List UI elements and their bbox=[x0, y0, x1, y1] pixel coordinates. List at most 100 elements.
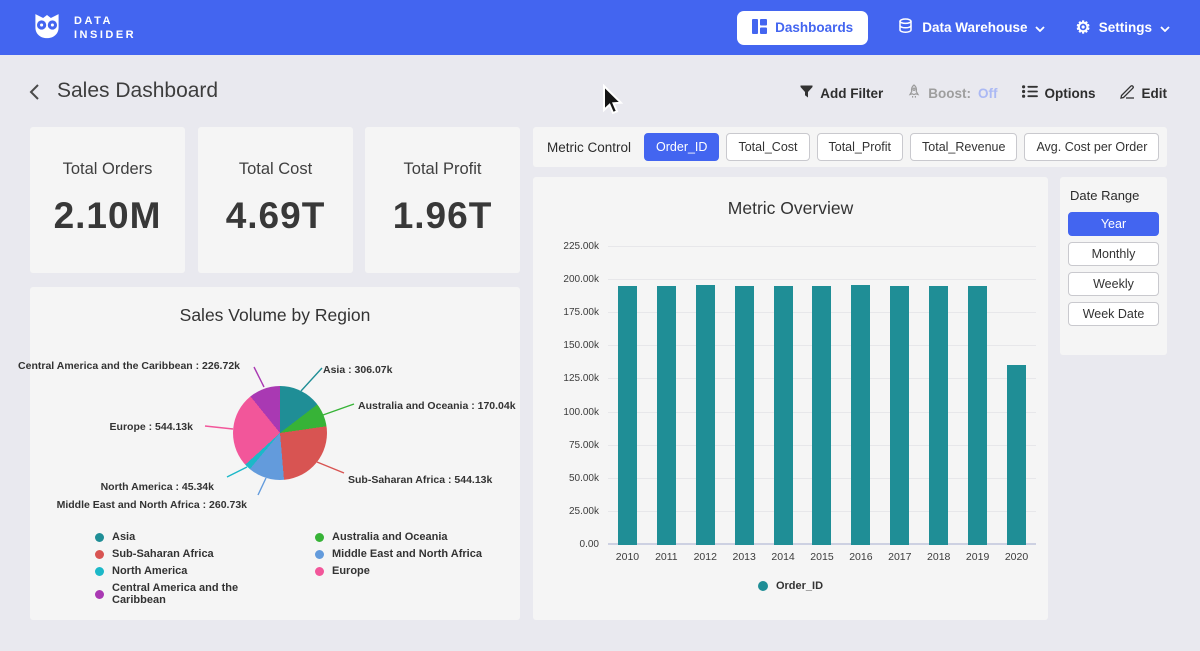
dashboards-button[interactable]: Dashboards bbox=[737, 11, 868, 45]
metric-button-total-profit[interactable]: Total_Profit bbox=[817, 133, 904, 161]
options-label: Options bbox=[1045, 86, 1096, 101]
add-filter-button[interactable]: Add Filter bbox=[800, 85, 883, 101]
pie-label-asia: Asia : 306.07k bbox=[323, 364, 392, 376]
date-range-button-weekly[interactable]: Weekly bbox=[1068, 272, 1159, 296]
kpi-card-total-cost: Total Cost 4.69T bbox=[198, 127, 353, 273]
pie-chart-card: Sales Volume by Region Asia : 306.07k Au… bbox=[30, 287, 520, 620]
y-tick-label: 125.00k bbox=[563, 373, 599, 384]
pie-legend-item-australia-and-oceania[interactable]: Australia and Oceania bbox=[315, 531, 495, 543]
boost-state: Off bbox=[978, 86, 998, 101]
bar-2011[interactable] bbox=[657, 286, 676, 545]
kpi-label: Total Cost bbox=[198, 160, 353, 179]
date-range-button-monthly[interactable]: Monthly bbox=[1068, 242, 1159, 266]
y-tick-label: 175.00k bbox=[563, 307, 599, 318]
bar-2015[interactable] bbox=[812, 286, 831, 545]
edit-label: Edit bbox=[1142, 86, 1168, 101]
metric-button-avg-cost-per-order[interactable]: Avg. Cost per Order bbox=[1024, 133, 1159, 161]
metric-button-total-cost[interactable]: Total_Cost bbox=[726, 133, 809, 161]
metric-button-total-revenue[interactable]: Total_Revenue bbox=[910, 133, 1017, 161]
bar-2017[interactable] bbox=[890, 286, 909, 545]
legend-label: Europe bbox=[332, 565, 370, 577]
edit-button[interactable]: Edit bbox=[1120, 84, 1168, 102]
date-range-button-week-date[interactable]: Week Date bbox=[1068, 302, 1159, 326]
legend-dot-icon bbox=[315, 533, 324, 542]
pie-label-australia-and-oceania: Australia and Oceania : 170.04k bbox=[358, 400, 516, 412]
pie-legend-item-middle-east-and-north-africa[interactable]: Middle East and North Africa bbox=[315, 548, 495, 560]
pencil-icon bbox=[1120, 84, 1135, 102]
pie[interactable] bbox=[233, 386, 327, 480]
dashboards-label: Dashboards bbox=[775, 20, 853, 35]
x-tick-label: 2011 bbox=[647, 551, 686, 563]
pie-legend: Asia Sub-Saharan Africa North America Centr… bbox=[95, 531, 495, 606]
bar-chart-title: Metric Overview bbox=[533, 177, 1048, 219]
y-tick-label: 225.00k bbox=[563, 241, 599, 252]
brand-logo[interactable]: DATA INSIDER bbox=[30, 8, 136, 47]
back-button[interactable] bbox=[28, 83, 46, 101]
date-range-panel: Date Range Year Monthly Weekly Week Date bbox=[1060, 177, 1167, 355]
kpi-value: 2.10M bbox=[30, 195, 185, 237]
options-button[interactable]: Options bbox=[1022, 85, 1096, 101]
legend-dot-icon bbox=[95, 533, 104, 542]
bar-y-labels: 225.00k200.00k175.00k150.00k125.00k100.0… bbox=[533, 247, 599, 545]
pie-legend-item-central-america-and-the-caribbean[interactable]: Central America and the Caribbean bbox=[95, 582, 285, 606]
metric-control-bar: Metric Control Order_IDTotal_Cost Total_P… bbox=[533, 127, 1167, 167]
x-tick-label: 2010 bbox=[608, 551, 647, 563]
kpi-card-total-orders: Total Orders 2.10M bbox=[30, 127, 185, 273]
x-tick-label: 2017 bbox=[880, 551, 919, 563]
pie-legend-item-sub-saharan-africa[interactable]: Sub-Saharan Africa bbox=[95, 548, 285, 560]
x-tick-label: 2013 bbox=[725, 551, 764, 563]
top-nav-bar: DATA INSIDER Dashboards Data Warehouse bbox=[0, 0, 1200, 55]
x-tick-label: 2016 bbox=[841, 551, 880, 563]
legend-dot-icon bbox=[315, 550, 324, 559]
metric-control-label: Metric Control bbox=[547, 140, 631, 155]
settings-menu[interactable]: ⚙ Settings bbox=[1075, 19, 1170, 36]
data-warehouse-label: Data Warehouse bbox=[922, 20, 1027, 35]
database-icon bbox=[898, 18, 914, 37]
data-warehouse-menu[interactable]: Data Warehouse bbox=[898, 18, 1045, 37]
bar-2019[interactable] bbox=[968, 286, 987, 545]
bar-2016[interactable] bbox=[851, 285, 870, 545]
pie-legend-item-north-america[interactable]: North America bbox=[95, 565, 285, 577]
page-title: Sales Dashboard bbox=[57, 79, 218, 103]
pie-label-central-america-and-the-caribbean: Central America and the Caribbean : 226.… bbox=[18, 360, 240, 372]
chevron-down-icon bbox=[1160, 20, 1170, 35]
kpi-value: 1.96T bbox=[365, 195, 520, 237]
y-tick-label: 200.00k bbox=[563, 274, 599, 285]
boost-toggle[interactable]: Boost: Off bbox=[907, 84, 997, 102]
bar-series-legend[interactable]: Order_ID bbox=[533, 580, 1048, 592]
x-tick-label: 2018 bbox=[919, 551, 958, 563]
metric-control-buttons: Order_IDTotal_Cost Total_ProfitTotal_Reve… bbox=[644, 133, 1159, 161]
pie-legend-item-asia[interactable]: Asia bbox=[95, 531, 285, 543]
kpi-value: 4.69T bbox=[198, 195, 353, 237]
pie-label-europe: Europe : 544.13k bbox=[110, 421, 193, 433]
add-filter-label: Add Filter bbox=[820, 86, 883, 101]
metric-button-order-id[interactable]: Order_ID bbox=[644, 133, 719, 161]
bar-chart-card: Metric Overview 225.00k200.00k175.00k150… bbox=[533, 177, 1048, 620]
legend-label: Central America and the Caribbean bbox=[112, 582, 285, 606]
pie-label-sub-saharan-africa: Sub-Saharan Africa : 544.13k bbox=[348, 474, 492, 486]
pie-label-north-america: North America : 45.34k bbox=[101, 481, 214, 493]
bar-2018[interactable] bbox=[929, 286, 948, 545]
date-range-button-year[interactable]: Year bbox=[1068, 212, 1159, 236]
bar-2013[interactable] bbox=[735, 286, 754, 545]
y-tick-label: 75.00k bbox=[569, 440, 599, 451]
bar-2012[interactable] bbox=[696, 285, 715, 545]
bar-2020[interactable] bbox=[1007, 365, 1026, 545]
legend-label: Australia and Oceania bbox=[332, 531, 448, 543]
y-tick-label: 50.00k bbox=[569, 473, 599, 484]
y-tick-label: 100.00k bbox=[563, 407, 599, 418]
pie-label-middle-east-and-north-africa: Middle East and North Africa : 260.73k bbox=[57, 499, 247, 511]
pie-legend-item-europe[interactable]: Europe bbox=[315, 565, 495, 577]
bar-2010[interactable] bbox=[618, 286, 637, 545]
legend-dot-icon bbox=[95, 590, 104, 599]
bar-x-labels: 2010201120122013201420152016201720182019… bbox=[608, 551, 1036, 563]
kpi-label: Total Profit bbox=[365, 160, 520, 179]
mouse-cursor bbox=[599, 84, 623, 121]
x-tick-label: 2012 bbox=[686, 551, 725, 563]
boost-label: Boost: bbox=[928, 86, 971, 101]
legend-label: Sub-Saharan Africa bbox=[112, 548, 214, 560]
bar-2014[interactable] bbox=[774, 286, 793, 545]
x-tick-label: 2020 bbox=[997, 551, 1036, 563]
kpi-label: Total Orders bbox=[30, 160, 185, 179]
date-range-label: Date Range bbox=[1068, 188, 1159, 203]
